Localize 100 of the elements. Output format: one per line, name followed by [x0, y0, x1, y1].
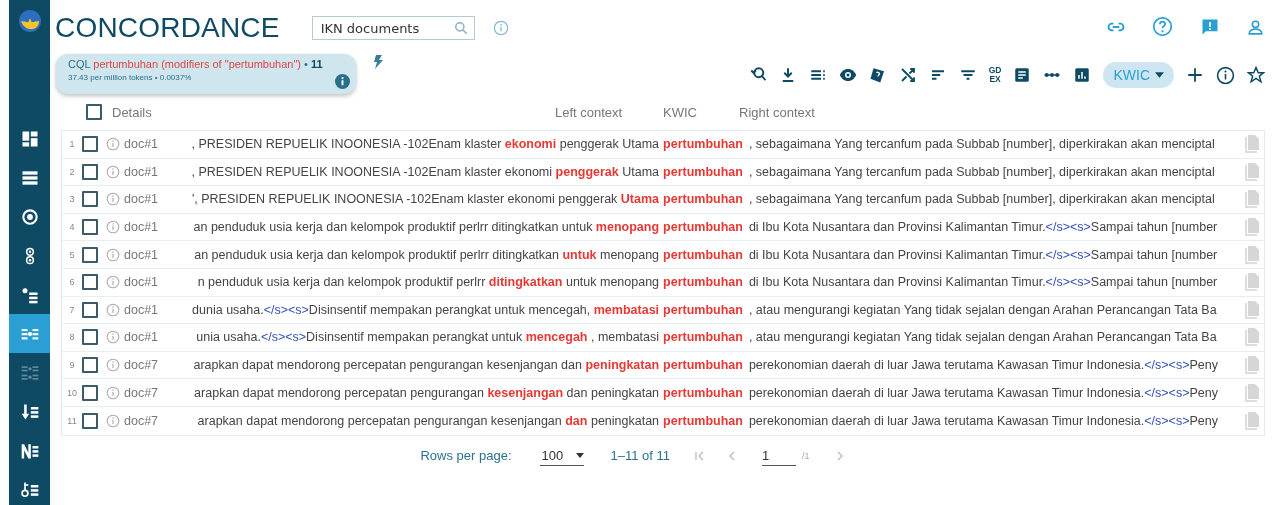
checkbox[interactable] [82, 301, 98, 318]
checkbox[interactable] [82, 357, 98, 374]
right-context: perekonomian daerah di luar Jawa terutama Kawasan Timur Indonesia.</s><s>Peny [747, 385, 1219, 400]
row-number: 6 [68, 277, 76, 288]
document-id[interactable]: doc#1 [124, 220, 164, 235]
document-id[interactable]: doc#1 [124, 247, 164, 262]
row-number: 2 [68, 166, 76, 177]
page-total: /1 [802, 450, 810, 461]
column-header: KWIC [663, 104, 698, 120]
right-context: di Ibu Kota Nusantara dan Provinsi Kalimantan Timur.</s><s>Sampai tahun [number [747, 220, 1219, 235]
kwic-word[interactable]: pertumbuhan [659, 358, 745, 373]
column-header: Left context [555, 104, 624, 120]
person-icon[interactable] [1246, 17, 1265, 37]
left-context: n penduduk usia kerja dan kelompok produktif perlrr ditingkatkan untuk menopang [196, 275, 660, 290]
kwic-word[interactable]: pertumbuhan [659, 137, 745, 152]
kwic-word[interactable]: pertumbuhan [659, 413, 745, 428]
right-context: , sebagaimana Yang tercanfum pada Subbab [number], diperkirakan akan menciptal [747, 137, 1216, 152]
page-field[interactable]: 1 [762, 445, 797, 466]
document-id[interactable]: doc#1 [124, 302, 164, 317]
row-number: 4 [68, 222, 76, 233]
kwic-word[interactable]: pertumbuhan [659, 220, 745, 235]
help-icon[interactable] [1152, 15, 1174, 37]
bar-chart-icon[interactable] [1073, 66, 1092, 84]
right-context: di Ibu Kota Nusantara dan Provinsi Kalimantan Timur.</s><s>Sampai tahun [number [747, 275, 1219, 290]
checkbox[interactable] [82, 274, 98, 291]
kwic-word[interactable]: pertumbuhan [659, 275, 745, 290]
left-context: ', PRESIDEN REPUELIK INOONESIA -102Enam klaster ekonomi penggerak Utama [190, 192, 660, 207]
corpus-search-field[interactable]: IKN documents [311, 16, 475, 40]
gdex-icon[interactable]: GD EX [988, 66, 1002, 84]
info-icon[interactable] [1216, 65, 1235, 85]
plus-icon[interactable] [1186, 66, 1204, 84]
left-context: an penduduk usia kerja dan kelompok produktif perlrr ditingkatkan untuk menopang [192, 220, 660, 235]
document-id[interactable]: doc#7 [124, 413, 164, 428]
right-context: di Ibu Kota Nusantara dan Provinsi Kalimantan Timur.</s><s>Sampai tahun [number [747, 247, 1219, 262]
kwic-word[interactable]: pertumbuhan [659, 247, 745, 262]
left-context: arapkan dapat mendorong percepatan pengurangan kesenjangan dan peningkatan [193, 385, 660, 400]
row-number: 10 [66, 387, 78, 398]
left-context: , PRESIDEN REPUELIK INOONESIA -102Enam klaster ekonomi penggerak Utama [190, 137, 660, 152]
query-stats: 37.43 per million tokens • 0.0037% [68, 73, 193, 82]
checkbox[interactable] [82, 246, 98, 263]
document-id[interactable]: doc#1 [124, 330, 164, 345]
row-number: 11 [66, 415, 78, 426]
left-context: an penduduk usia kerja dan kelompok produktif perlrr ditingkatkan untuk menopang [193, 247, 660, 262]
document-id[interactable]: doc#1 [124, 192, 164, 207]
rows-per-page-select[interactable]: 100 [539, 445, 584, 466]
row-number: 7 [68, 304, 76, 315]
document-icon[interactable] [1013, 66, 1032, 84]
search-back-icon[interactable] [748, 66, 767, 84]
page-range: 1–11 of 11 [610, 448, 671, 464]
document-id[interactable]: doc#1 [124, 275, 164, 290]
right-context: , sebagaimana Yang tercanfum pada Subbab [number], diperkirakan akan menciptal [747, 192, 1216, 207]
document-id[interactable]: doc#7 [124, 358, 164, 373]
row-number: 8 [68, 332, 76, 343]
right-context: , atau mengurangi kegiatan Yang tidak sejalan dengan Arahan Perancangan Tata Ba [747, 330, 1218, 345]
eye-icon[interactable] [838, 66, 857, 84]
checkbox[interactable] [82, 191, 98, 208]
app-logo[interactable] [17, 9, 42, 33]
left-context: arapkan dapat mendorong percepatan pengurangan kesenjangan dan peningkatan [192, 358, 660, 373]
column-header: Right context [739, 104, 815, 120]
shuffle-icon[interactable] [898, 66, 917, 84]
kwic-word[interactable]: pertumbuhan [659, 302, 745, 317]
lightning-icon[interactable] [374, 55, 383, 69]
kwic-word[interactable]: pertumbuhan [659, 385, 745, 400]
document-id[interactable]: doc#1 [124, 137, 164, 152]
right-context: , atau mengurangi kegiatan Yang tidak sejalan dengan Arahan Perancangan Tata Ba [747, 302, 1218, 317]
right-context: , sebagaimana Yang tercanfum pada Subbab [number], diperkirakan akan menciptal [747, 164, 1216, 179]
left-context: arapkan dapat mendorong percepatan pengurangan kesenjangan dan peningkatan [196, 413, 660, 428]
left-context: unia usaha.</s><s>Disinsentif mempakan perangkat untuk mencegah , membatasi [195, 330, 660, 345]
document-id[interactable]: doc#7 [124, 385, 164, 400]
caret-icon [575, 452, 584, 458]
kwic-word[interactable]: pertumbuhan [659, 330, 745, 345]
info-icon[interactable] [335, 74, 350, 89]
row-number: 3 [68, 194, 76, 205]
checkbox[interactable] [86, 104, 102, 120]
query-chip[interactable]: CQL pertumbuhan (modifiers of "pertumbuhan") • 11 37.43 per million tokens • 0.0037% [56, 54, 356, 94]
checkbox[interactable] [82, 136, 98, 153]
view-mode-dropdown[interactable]: KWIC [1103, 62, 1174, 88]
rows-per-page-label: Rows per page: [420, 448, 512, 464]
checkbox[interactable] [82, 329, 98, 346]
checkbox[interactable] [82, 219, 98, 236]
kwic-word[interactable]: pertumbuhan [659, 164, 745, 179]
caret-icon [1155, 72, 1164, 78]
query-text: CQL pertumbuhan (modifiers of "pertumbuhan") • 11 [68, 58, 324, 70]
row-number: 9 [68, 360, 76, 371]
kwic-word[interactable]: pertumbuhan [659, 192, 745, 207]
target-icon [19, 206, 40, 227]
search-icon [453, 21, 468, 35]
left-context: , PRESIDEN REPUELIK INOONESIA -102Enam klaster ekonomi penggerak Utama [190, 164, 660, 179]
page-title: CONCORDANCE [55, 12, 280, 44]
left-context: dunia usaha.</s><s>Disinsentif mempakan perangkat untuk mencegah, membatasi [191, 302, 660, 317]
star-icon[interactable] [1247, 66, 1265, 84]
right-context: perekonomian daerah di luar Jawa terutama Kawasan Timur Indonesia.</s><s>Peny [747, 413, 1219, 428]
checkbox[interactable] [82, 412, 98, 429]
checkbox[interactable] [82, 163, 98, 180]
right-context: perekonomian daerah di luar Jawa terutama Kawasan Timur Indonesia.</s><s>Peny [747, 358, 1219, 373]
row-number: 1 [68, 139, 76, 150]
row-number: 5 [68, 249, 76, 260]
checkbox[interactable] [82, 384, 98, 401]
document-id[interactable]: doc#1 [124, 164, 164, 179]
question-book-icon[interactable] [868, 66, 887, 84]
